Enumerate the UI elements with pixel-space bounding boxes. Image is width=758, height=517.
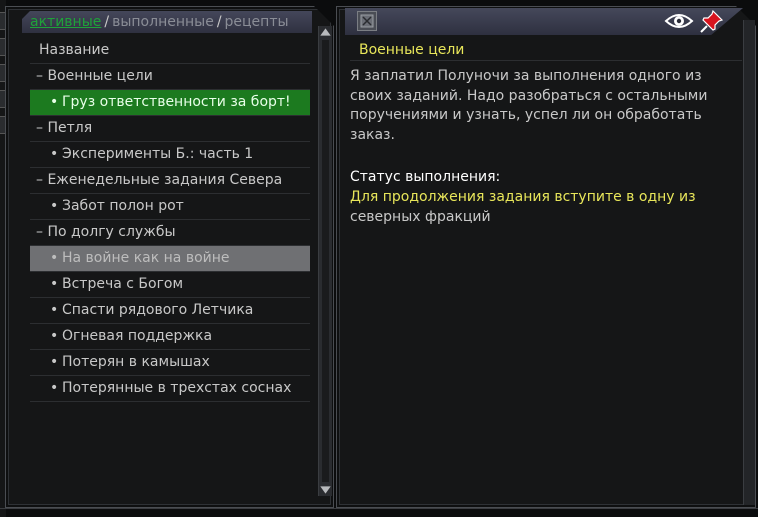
quest-row[interactable]: • Забот полон рот (30, 194, 310, 220)
scroll-up-button[interactable] (320, 28, 331, 36)
status-text: Для продолжения задания вступите в одну … (350, 188, 735, 227)
quest-group-row[interactable]: – Петля (30, 116, 310, 142)
quest-group-row[interactable]: – По долгу службы (30, 220, 310, 246)
quest-row[interactable]: • Эксперименты Б.: часть 1 (30, 142, 310, 168)
status-label: Статус выполнения: (350, 169, 501, 185)
detail-description: Я заплатил Полуночи за выполнения одного… (350, 68, 708, 143)
collapse-dash-icon: – (36, 172, 43, 188)
row-label: Потерян в камышах (62, 354, 210, 370)
quest-row[interactable]: • На войне как на войне (30, 246, 310, 272)
quest-row[interactable]: • Огневая поддержка (30, 324, 310, 350)
detail-title: Военные цели (350, 40, 742, 61)
tab-separator: / (104, 14, 110, 30)
quest-row[interactable]: • Потерянные в трехстах соснах (30, 376, 310, 402)
status-rest: северных фракций (350, 208, 491, 225)
detail-scrollbar[interactable] (743, 20, 755, 505)
row-label: Потерянные в трехстах соснах (62, 380, 292, 396)
bottom-divider (0, 508, 758, 509)
frame-corner (314, 6, 334, 26)
quest-list: Название – Военные цели • Груз ответственн… (30, 37, 310, 402)
scroll-down-button[interactable] (320, 486, 331, 494)
bullet-icon: • (50, 146, 59, 162)
collapse-dash-icon: – (36, 120, 43, 136)
row-label: Спасти рядового Летчика (62, 302, 254, 318)
scroll-track[interactable] (322, 40, 329, 482)
bullet-icon: • (50, 354, 59, 370)
eye-icon[interactable] (664, 10, 694, 32)
quest-list-scrollbar[interactable] (318, 26, 332, 496)
quest-row[interactable]: • Груз ответственности за борт! (30, 90, 310, 116)
tab-recipes[interactable]: рецепты (225, 14, 289, 30)
collapse-dash-icon: – (36, 68, 43, 84)
row-label: На войне как на войне (62, 250, 230, 266)
quest-row[interactable]: • Встреча с Богом (30, 272, 310, 298)
bullet-icon: • (50, 328, 59, 344)
tab-completed[interactable]: выполненные (112, 14, 214, 30)
pin-icon[interactable] (700, 9, 724, 33)
tab-separator: / (216, 14, 222, 30)
row-label: Огневая поддержка (62, 328, 213, 344)
row-label: По долгу службы (47, 224, 176, 240)
quest-row[interactable]: • Спасти рядового Летчика (30, 298, 310, 324)
row-label: Петля (47, 120, 93, 136)
quest-row[interactable]: • Потерян в камышах (30, 350, 310, 376)
row-label: Груз ответственности за борт! (62, 94, 291, 110)
row-label: Еженедельные задания Севера (47, 172, 283, 188)
row-label: Военные цели (47, 68, 153, 84)
bullet-icon: • (50, 302, 59, 318)
status-highlight: Для продолжения задания вступите в одну … (350, 189, 696, 205)
bullet-icon: • (50, 94, 59, 110)
bullet-icon: • (50, 276, 59, 292)
quest-badge-icon (357, 11, 377, 31)
bullet-icon: • (50, 380, 59, 396)
row-label: Забот полон рот (62, 198, 184, 214)
row-label: Эксперименты Б.: часть 1 (62, 146, 254, 162)
tab-active[interactable]: активные (30, 14, 101, 30)
row-label: Встреча с Богом (62, 276, 184, 292)
list-header: Название (30, 37, 310, 64)
quest-tabs: активные / выполненные / рецепты (22, 11, 312, 33)
bullet-icon: • (50, 198, 59, 214)
bullet-icon: • (50, 250, 59, 266)
quest-group-row[interactable]: – Военные цели (30, 64, 310, 90)
quest-group-row[interactable]: – Еженедельные задания Севера (30, 168, 310, 194)
collapse-dash-icon: – (36, 224, 43, 240)
